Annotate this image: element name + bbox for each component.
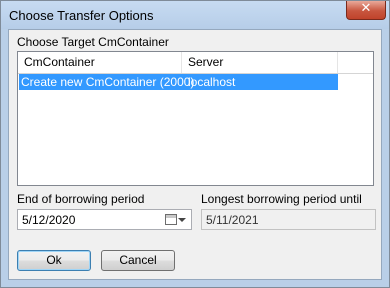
longest-date-field: 5/11/2021 <box>201 209 376 230</box>
close-button[interactable]: ✕ <box>346 1 386 20</box>
title-bar[interactable]: Choose Transfer Options ✕ <box>1 1 389 29</box>
list-row[interactable]: Create new CmContainer (2000) localhost <box>19 74 338 90</box>
column-header-server[interactable]: Server <box>182 52 338 73</box>
end-of-borrowing-label: End of borrowing period <box>17 192 145 206</box>
target-label: Choose Target CmContainer <box>17 35 169 49</box>
window-title: Choose Transfer Options <box>9 8 154 23</box>
dialog-body: Choose Target CmContainer CmContainer Se… <box>8 29 382 280</box>
close-icon: ✕ <box>360 1 372 16</box>
chevron-down-icon[interactable] <box>178 218 186 222</box>
cancel-button[interactable]: Cancel <box>101 250 175 271</box>
end-date-picker[interactable]: 5/12/2020 <box>17 209 192 230</box>
row-server-cell: localhost <box>188 75 236 89</box>
calendar-icon[interactable] <box>165 214 177 225</box>
column-header-cmcontainer[interactable]: CmContainer <box>18 52 182 73</box>
longest-date-value: 5/11/2021 <box>206 213 259 227</box>
longest-borrowing-label: Longest borrowing period until <box>201 192 362 206</box>
row-container-cell: Create new CmContainer (2000) <box>21 75 195 89</box>
end-date-value: 5/12/2020 <box>22 213 76 227</box>
ok-button[interactable]: Ok <box>17 250 91 271</box>
dialog-window: Choose Transfer Options ✕ Choose Target … <box>0 0 390 288</box>
list-header: CmContainer Server <box>18 52 373 74</box>
container-list[interactable]: CmContainer Server Create new CmContaine… <box>17 51 374 186</box>
